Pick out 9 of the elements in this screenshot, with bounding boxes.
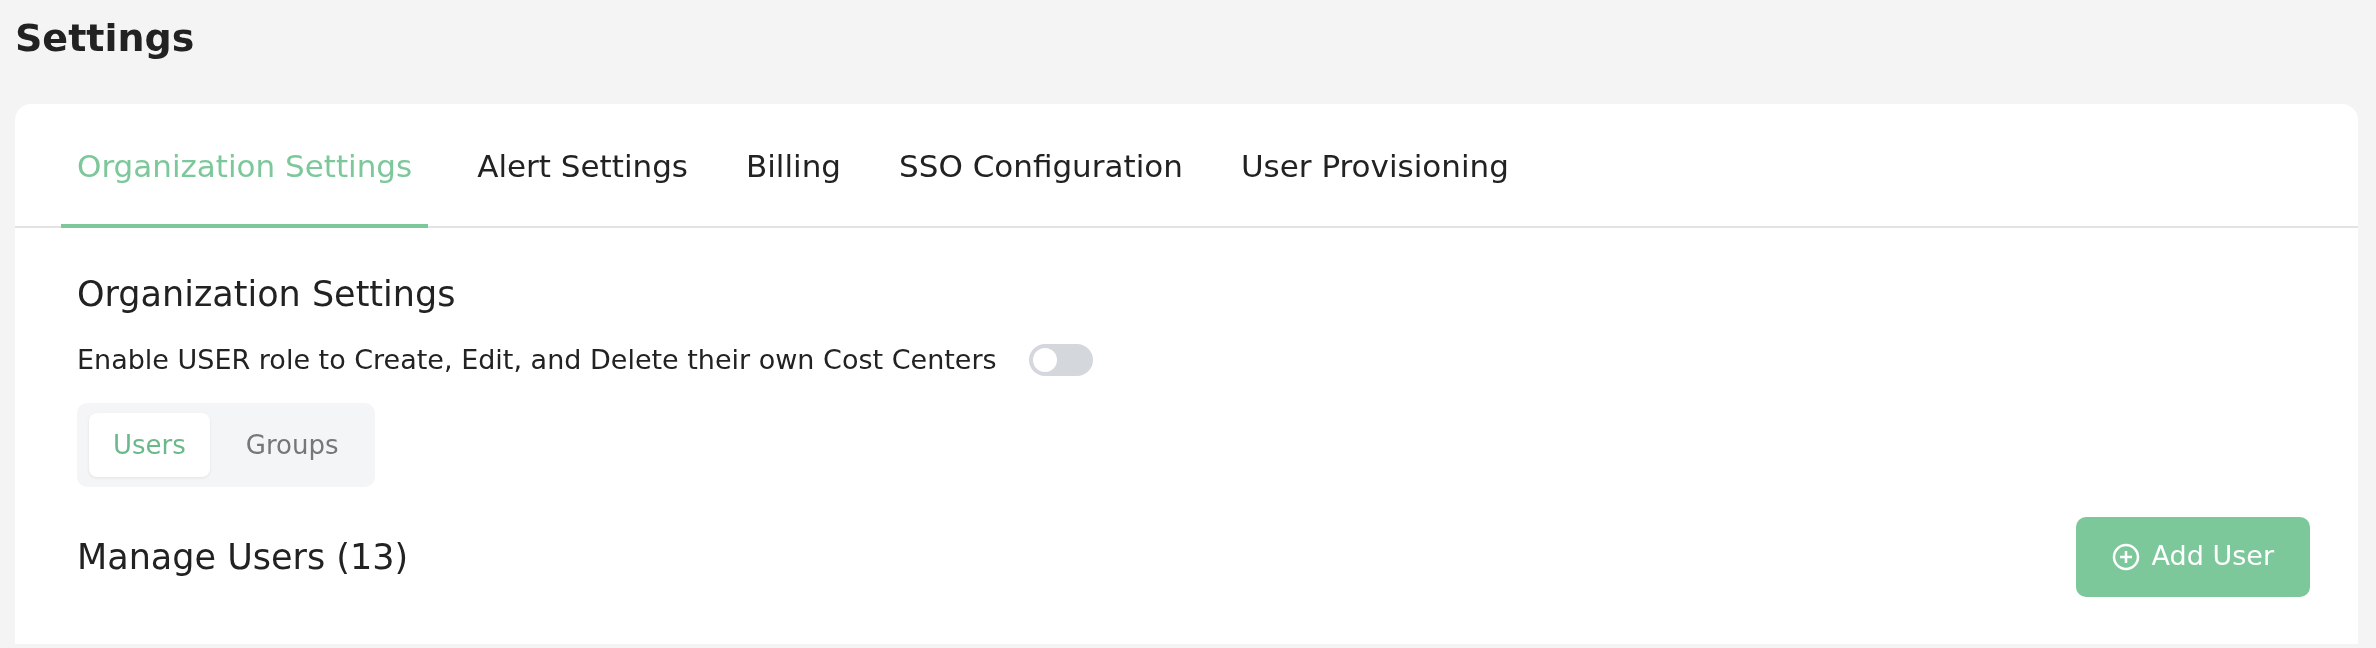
section-title: Manage Users (13) bbox=[77, 535, 409, 578]
setting-label: Enable USER role to Create, Edit, and Delete their own Cost Centers bbox=[77, 343, 997, 377]
page-title: Settings bbox=[14, 15, 196, 62]
tab[interactable]: Alert Settings bbox=[448, 104, 717, 228]
tab[interactable]: Billing bbox=[717, 104, 871, 228]
tab[interactable]: SSO Configuration bbox=[870, 104, 1212, 228]
segment-tab[interactable]: Groups bbox=[221, 412, 363, 477]
tab[interactable]: User Provisioning bbox=[1211, 104, 1538, 228]
section-title: Organization Settings bbox=[77, 273, 457, 316]
